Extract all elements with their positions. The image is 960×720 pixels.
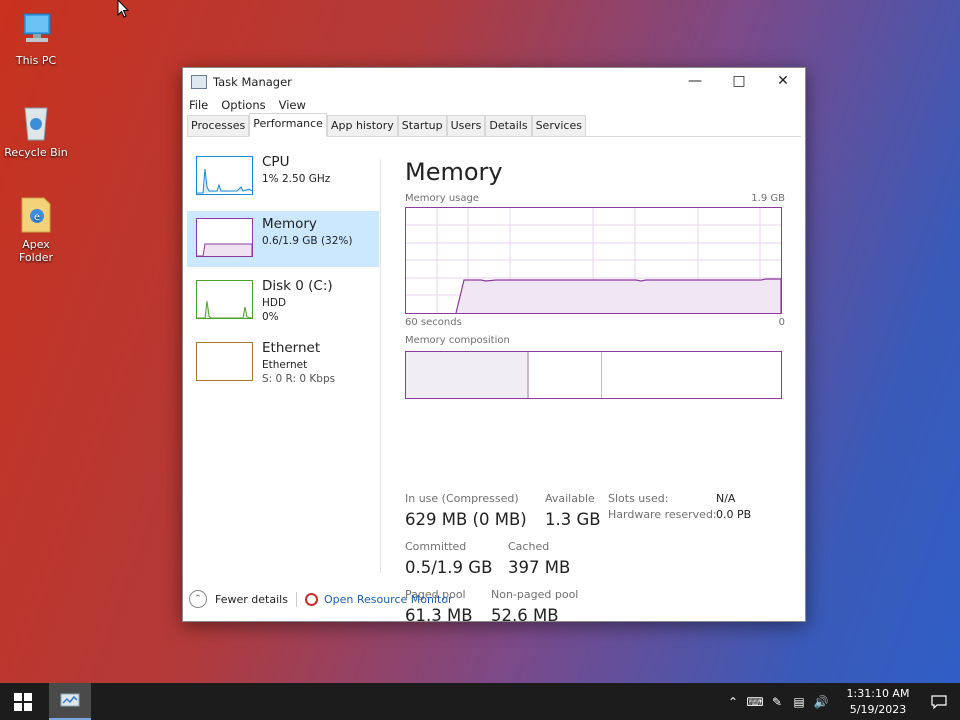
non-paged-pool-label: Non-paged pool [491,588,579,601]
available-value: 1.3 GB [545,510,601,529]
sidebar-item-disk[interactable]: Disk 0 (C:) HDD 0% [187,273,379,329]
available-label: Available [545,492,595,505]
sidebar-item-detail-2: S: 0 R: 0 Kbps [262,373,336,385]
composition-modified[interactable] [529,352,602,398]
recycle-bin-icon [16,102,56,142]
slots-used-value: N/A [716,492,736,505]
sidebar-item-detail-2: 0% [262,311,279,323]
tab-users[interactable]: Users [446,115,486,136]
sidebar-item-ethernet[interactable]: Ethernet Ethernet S: 0 R: 0 Kbps [187,335,379,391]
folder-ie-icon: e [16,194,56,234]
page-title: Memory [405,158,503,186]
resource-monitor-icon[interactable] [304,592,318,606]
clock-time: 1:31:10 AM [846,686,910,700]
keyboard-icon[interactable]: ⌨ [746,695,764,709]
desktop-icon-label: This PC [15,54,57,67]
memory-usage-label: Memory usage [405,193,480,204]
sidebar-item-title: CPU [262,154,290,170]
committed-value: 0.5/1.9 GB [405,558,493,577]
tab-services[interactable]: Services [531,115,586,136]
desktop-icon-label: Recycle Bin [4,146,68,159]
cpu-thumbnail-graph [196,156,253,195]
minimize-button[interactable]: — [673,68,717,94]
sidebar-item-detail: 1% 2.50 GHz [262,173,331,185]
chevron-up-icon[interactable]: ⌃ [724,695,742,709]
memory-composition-label: Memory composition [405,335,510,346]
memory-usage-max: 1.9 GB [751,193,785,204]
cached-value: 397 MB [508,558,571,577]
in-use-label: In use (Compressed) [405,492,519,505]
sidebar-item-memory[interactable]: Memory 0.6/1.9 GB (32%) [187,211,379,267]
cached-label: Cached [508,540,550,553]
clock-date: 5/19/2023 [849,702,907,716]
hardware-reserved-value: 0.0 PB [716,508,752,521]
open-resource-monitor-link[interactable]: Open Resource Monitor [324,593,453,606]
sidebar-item-detail: 0.6/1.9 GB (32%) [262,235,353,247]
sidebar-item-cpu[interactable]: CPU 1% 2.50 GHz [187,149,379,205]
tab-bar: Processes Performance App history Startu… [187,113,801,137]
menu-options[interactable]: Options [221,98,265,112]
pane-divider[interactable] [380,159,381,573]
sidebar-item-title: Ethernet [262,340,321,356]
footer: ⌃ Fewer details Open Resource Monitor [189,590,453,608]
close-button[interactable]: ✕ [761,68,805,94]
window-title: Task Manager [213,74,292,89]
task-manager-icon [191,74,207,89]
sidebar-item-detail: Ethernet [262,359,308,371]
tab-performance[interactable]: Performance [249,113,327,137]
taskbar: ⌃ ⌨ ✎ ▤ 🔊 1:31:10 AM 5/19/2023 [0,683,960,720]
memory-composition-bar [405,351,782,399]
composition-free[interactable] [602,352,781,398]
menu-view[interactable]: View [279,98,306,112]
paged-pool-value: 61.3 MB [405,606,473,625]
slots-used-label: Slots used: [608,492,669,505]
sidebar-item-title: Memory [262,216,317,232]
graph-time-left: 60 seconds [405,317,462,328]
taskbar-task-manager[interactable] [49,683,91,720]
ethernet-thumbnail-graph [196,342,253,381]
windows-logo-icon [14,692,32,711]
notification-icon [931,694,947,709]
title-bar[interactable]: Task Manager — □ ✕ [183,68,805,95]
composition-in-use[interactable] [406,352,529,398]
footer-divider [295,591,297,607]
mouse-cursor-icon [117,0,129,18]
system-tray: ⌃ ⌨ ✎ ▤ 🔊 1:31:10 AM 5/19/2023 [722,683,960,720]
fewer-details-button[interactable]: Fewer details [215,593,288,606]
task-manager-window: Task Manager — □ ✕ File Options View Pro… [182,67,806,625]
desktop-icon-recycle-bin[interactable]: Recycle Bin [4,102,68,159]
clock[interactable]: 1:31:10 AM 5/19/2023 [838,686,918,718]
tab-startup[interactable]: Startup [397,115,447,136]
svg-text:e: e [34,212,40,223]
in-use-value: 629 MB (0 MB) [405,510,527,529]
sidebar-item-detail: HDD [262,297,287,309]
volume-icon[interactable]: 🔊 [812,695,830,709]
desktop-icon-this-pc[interactable]: This PC [4,10,68,67]
graph-time-right: 0 [778,317,785,328]
start-button[interactable] [0,683,46,720]
memory-usage-graph [405,207,782,314]
tab-app-history[interactable]: App history [326,115,398,136]
committed-label: Committed [405,540,467,553]
performance-content: CPU 1% 2.50 GHz Memory 0.6/1.9 GB (32%) [183,137,805,625]
pen-icon[interactable]: ✎ [768,695,786,709]
maximize-button[interactable]: □ [717,68,761,94]
task-manager-icon [60,693,80,706]
resource-list: CPU 1% 2.50 GHz Memory 0.6/1.9 GB (32%) [187,149,379,397]
network-icon[interactable]: ▤ [790,695,808,709]
sidebar-item-title: Disk 0 (C:) [262,278,333,294]
desktop-icon-apex-folder[interactable]: e Apex Folder [4,194,68,264]
menu-file[interactable]: File [189,98,208,112]
memory-thumbnail-graph [196,218,253,257]
menu-bar: File Options View [183,95,805,115]
desktop-icon-label: Apex Folder [19,238,53,264]
notification-button[interactable] [918,694,960,709]
chevron-up-icon[interactable]: ⌃ [189,590,207,608]
tab-details[interactable]: Details [485,115,532,136]
disk-thumbnail-graph [196,280,253,319]
computer-icon [16,10,56,50]
hardware-reserved-label: Hardware reserved: [608,508,717,521]
tab-processes[interactable]: Processes [187,115,250,136]
non-paged-pool-value: 52.6 MB [491,606,559,625]
